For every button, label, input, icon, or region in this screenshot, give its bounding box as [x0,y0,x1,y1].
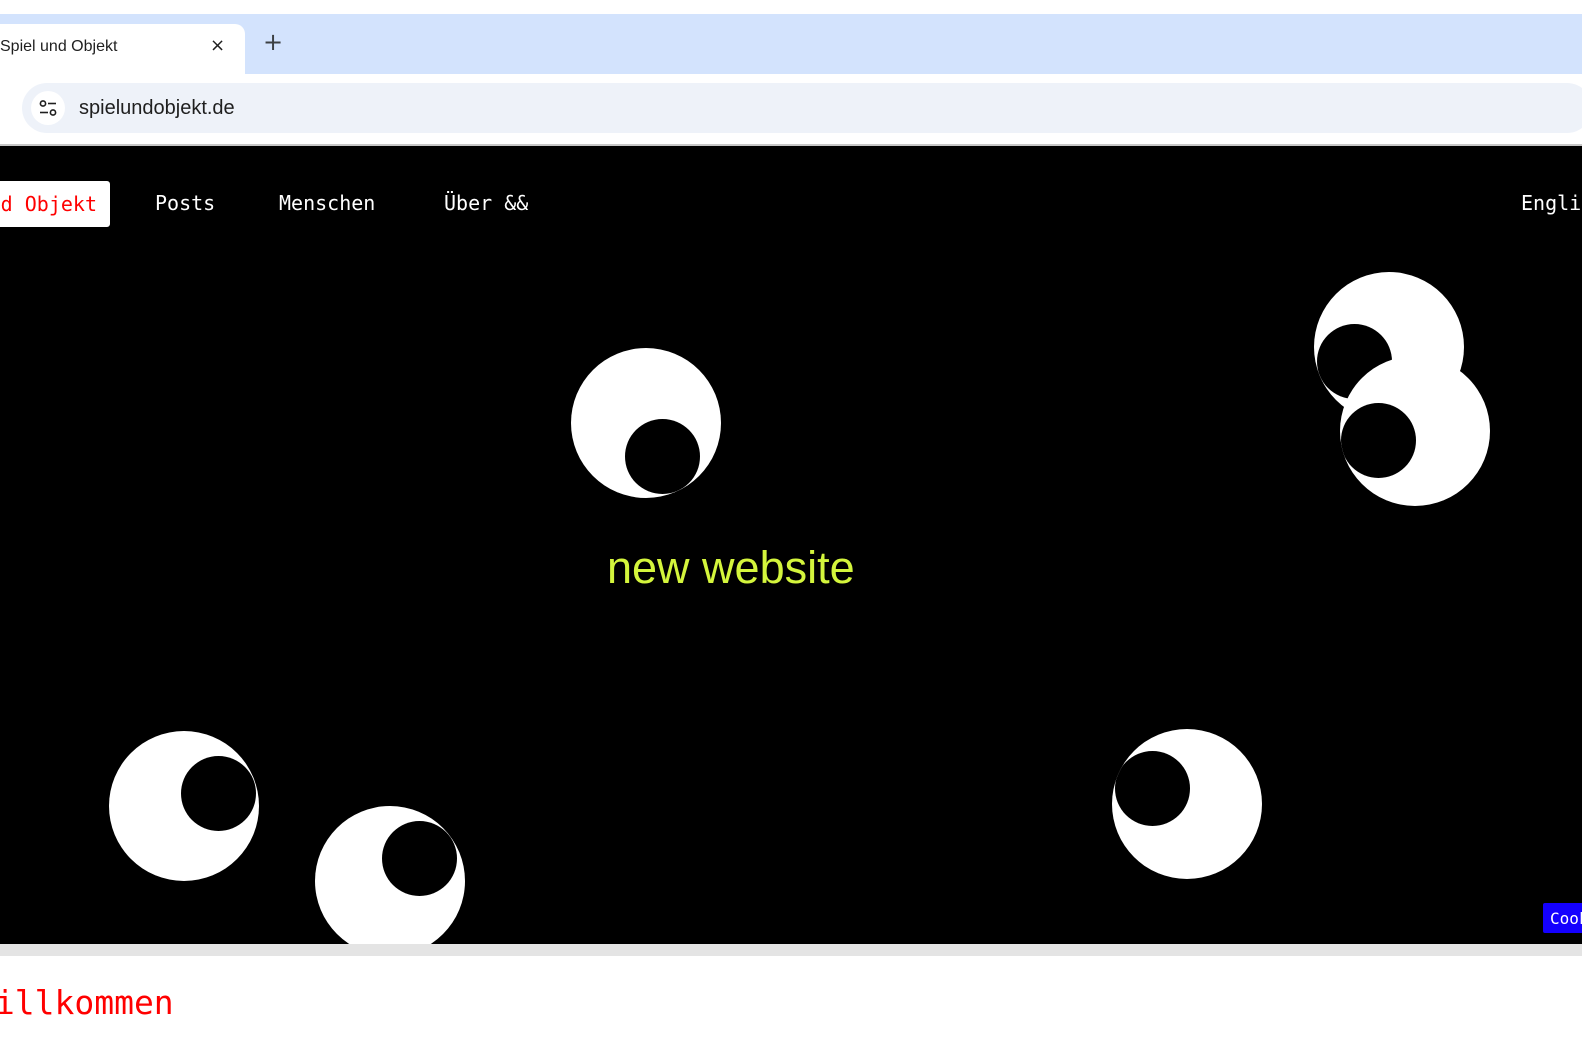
language-switch-link[interactable]: English [1521,191,1582,215]
pupil [1115,751,1190,826]
hero-headline: new website [607,542,855,593]
address-bar[interactable]: spielundobjekt.de [22,83,1582,133]
site-info-icon[interactable] [31,91,65,125]
brand-logo-link[interactable]: Spiel und Objekt [0,181,110,227]
brand-label: Spiel und Objekt [0,192,97,216]
browser-window: Spiel und Objekt × + spielundobjekt.de S… [0,0,1582,1055]
nav-ueber-link[interactable]: Über && [444,191,528,215]
nav-menschen-link[interactable]: Menschen [279,191,375,215]
tab-strip: Spiel und Objekt × + [0,14,1582,74]
googly-eye-icon [571,348,721,498]
close-tab-icon[interactable]: × [210,36,225,56]
hero-section: Spiel und Objekt Posts Menschen Über && … [0,146,1582,944]
pupil [1341,403,1416,478]
url-text[interactable]: spielundobjekt.de [79,97,235,120]
cookie-settings-button[interactable]: Cookies [1543,903,1582,933]
section-divider [0,944,1582,956]
welcome-heading: Willkommen [0,983,174,1022]
googly-eye-icon [1112,729,1262,879]
browser-toolbar: spielundobjekt.de [0,74,1582,144]
active-tab[interactable]: Spiel und Objekt × [0,24,245,74]
pupil [382,821,457,896]
pupil [181,756,256,831]
pupil [625,419,700,494]
googly-eye-icon [109,731,259,881]
cookie-button-label: Cookies [1550,909,1582,928]
googly-eye-icon [1340,356,1490,506]
new-tab-icon[interactable]: + [263,30,283,54]
nav-posts-link[interactable]: Posts [155,191,215,215]
googly-eye-icon [315,806,465,944]
tab-title: Spiel und Objekt [0,38,118,55]
